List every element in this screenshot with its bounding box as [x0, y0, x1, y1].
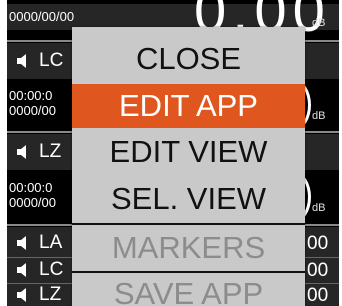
menu-item-edit-app[interactable]: EDIT APP [72, 84, 305, 128]
date-label: 0000/00 [9, 195, 56, 210]
unit-label: dB [312, 17, 326, 29]
menu-item-markers: MARKERS [111, 230, 266, 265]
row-label: LC [39, 259, 64, 280]
speaker-icon [17, 54, 26, 68]
row-label: LA [39, 232, 63, 253]
row-label: LZ [39, 284, 62, 305]
speaker-icon [17, 236, 26, 250]
menu-item-save-app: SAVE APP [113, 276, 264, 306]
date-label: 0000/00 [9, 103, 56, 118]
menu-divider [72, 223, 305, 225]
unit-label: dB [312, 110, 326, 122]
time-label: 00:00:0 [9, 88, 53, 103]
menu-item-edit-view[interactable]: EDIT VIEW [72, 130, 305, 174]
context-menu: CLOSE EDIT APP EDIT VIEW SEL. VIEW MARKE… [72, 27, 305, 306]
unit-label: dB [312, 202, 326, 214]
meter-screen: 0000/00/00 0.00 dB LC 00:00:0 0000/00 dB… [7, 0, 339, 306]
menu-item-sel-view[interactable]: SEL. VIEW [72, 177, 305, 221]
row-value: 00 [307, 260, 329, 281]
time-label: 00:00:0 [9, 180, 53, 195]
date-label: 0000/00/00 [9, 9, 75, 24]
row-value: 00 [307, 285, 329, 306]
speaker-icon [17, 263, 26, 277]
speaker-icon [17, 288, 26, 302]
row-value: 00 [307, 233, 329, 254]
speaker-icon [17, 145, 26, 159]
menu-item-close[interactable]: CLOSE [72, 37, 305, 81]
row-label: LZ [39, 141, 62, 162]
row-label: LC [39, 50, 64, 71]
